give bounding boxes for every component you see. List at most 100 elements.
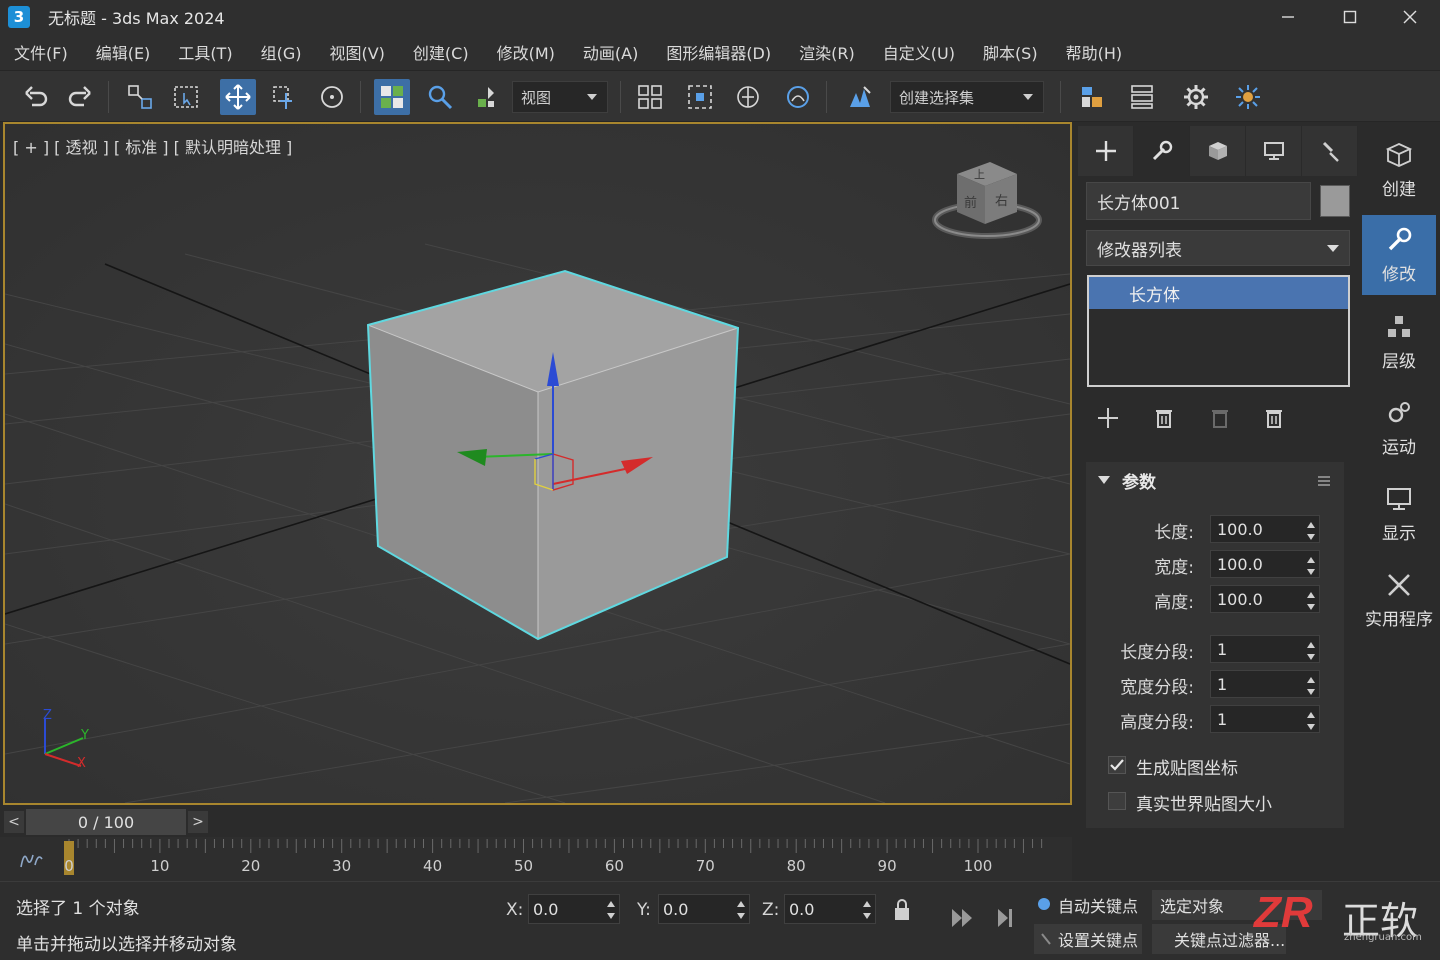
make-unique-button[interactable] xyxy=(1202,400,1238,436)
cube-icon xyxy=(1208,142,1227,160)
select-and-place-icon[interactable] xyxy=(266,79,302,115)
parameters-rollout-header[interactable]: 参数 xyxy=(1086,462,1344,498)
snap-icon[interactable] xyxy=(468,79,504,115)
spinner-icon[interactable] xyxy=(1307,642,1315,660)
menu-tools[interactable]: 工具(T) xyxy=(178,40,232,64)
spinner-icon[interactable] xyxy=(1307,557,1315,575)
play-icon[interactable] xyxy=(950,906,976,930)
lock-icon[interactable] xyxy=(892,898,912,922)
spinner-icon[interactable] xyxy=(863,901,871,919)
menu-graph-editors[interactable]: 图形编辑器(D) xyxy=(666,40,771,64)
object-name-field[interactable]: 长方体001 xyxy=(1086,182,1311,220)
gen-mapping-coords-label: 生成贴图坐标 xyxy=(1136,759,1238,779)
viewport-label[interactable]: [ + ] [ 透视 ] [ 标准 ] [ 默认明暗处理 ] xyxy=(13,134,292,158)
menu-help[interactable]: 帮助(H) xyxy=(1066,40,1123,64)
set-key-button[interactable]: 设置关键点 xyxy=(1034,924,1142,954)
side-tab-display[interactable]: 显示 xyxy=(1362,474,1436,554)
select-object-icon[interactable] xyxy=(374,79,410,115)
y-coord-label: Y: xyxy=(637,900,651,920)
render-icon[interactable] xyxy=(1230,79,1266,115)
menu-views[interactable]: 视图(V) xyxy=(329,40,384,64)
spinner-icon[interactable] xyxy=(1307,712,1315,730)
menu-group[interactable]: 组(G) xyxy=(261,40,302,64)
menu-customize[interactable]: 自定义(U) xyxy=(883,40,955,64)
modifier-list-dropdown[interactable]: 修改器列表 xyxy=(1086,230,1350,266)
x-coord-field[interactable]: 0.0 xyxy=(528,894,620,924)
width-spinner[interactable]: 100.0 xyxy=(1210,550,1320,578)
time-slider-prev[interactable]: < xyxy=(4,811,24,833)
z-coord-field[interactable]: 0.0 xyxy=(784,894,876,924)
select-and-link-icon[interactable] xyxy=(122,79,158,115)
select-and-move-icon[interactable] xyxy=(220,79,256,115)
y-coord-field[interactable]: 0.0 xyxy=(658,894,750,924)
time-slider-next[interactable]: > xyxy=(188,811,208,833)
menu-edit[interactable]: 编辑(E) xyxy=(96,40,151,64)
hammer-icon xyxy=(1322,141,1339,162)
spinner-icon[interactable] xyxy=(1307,677,1315,695)
viewcube-right-label: 右 xyxy=(995,194,1009,209)
hierarchy-tab[interactable] xyxy=(1190,126,1246,176)
redo-icon[interactable] xyxy=(62,79,98,115)
spinner-icon[interactable] xyxy=(1307,522,1315,540)
gen-mapping-coords-checkbox[interactable] xyxy=(1108,756,1126,774)
reference-coord-dropdown[interactable]: 视图 xyxy=(512,81,608,113)
side-tab-modify[interactable]: 修改 xyxy=(1362,215,1436,295)
track-bar[interactable]: 0 10 20 30 40 50 60 70 80 90 100 xyxy=(0,837,1072,881)
maximize-button[interactable] xyxy=(1320,0,1380,34)
length-spinner[interactable]: 100.0 xyxy=(1210,515,1320,543)
show-end-result-button[interactable] xyxy=(1146,400,1182,436)
menu-scripting[interactable]: 脚本(S) xyxy=(983,40,1038,64)
material-editor-icon[interactable] xyxy=(1124,79,1160,115)
side-tab-hierarchy[interactable]: 层级 xyxy=(1362,302,1436,382)
close-button[interactable] xyxy=(1380,0,1440,34)
menu-rendering[interactable]: 渲染(R) xyxy=(799,40,855,64)
spinner-icon[interactable] xyxy=(607,901,615,919)
scene-explorer-icon[interactable] xyxy=(1074,79,1110,115)
time-slider-thumb[interactable]: 0 / 100 xyxy=(26,809,186,835)
layer-icon[interactable] xyxy=(780,79,816,115)
z-coord-value: 0.0 xyxy=(789,899,815,919)
menu-modifiers[interactable]: 修改(M) xyxy=(497,40,555,64)
stack-item-box[interactable]: 长方体 xyxy=(1089,277,1348,309)
height-spinner[interactable]: 100.0 xyxy=(1210,585,1320,613)
named-selection-dropdown[interactable]: 创建选择集 xyxy=(890,81,1044,113)
gear-icon[interactable] xyxy=(1178,79,1214,115)
undo-icon[interactable] xyxy=(18,79,54,115)
align-icon[interactable] xyxy=(682,79,718,115)
track-tick-label: 0 xyxy=(64,857,74,875)
length-segs-spinner[interactable]: 1 xyxy=(1210,635,1320,663)
track-tick-label: 70 xyxy=(695,857,715,875)
menu-animation[interactable]: 动画(A) xyxy=(583,40,638,64)
next-frame-icon[interactable] xyxy=(996,906,1016,930)
minimize-button[interactable] xyxy=(1258,0,1318,34)
width-segs-spinner[interactable]: 1 xyxy=(1210,670,1320,698)
perspective-viewport[interactable]: [ + ] [ 透视 ] [ 标准 ] [ 默认明暗处理 ] 上 前 右 Z Y… xyxy=(3,122,1072,805)
spinner-icon[interactable] xyxy=(1307,592,1315,610)
modify-tab[interactable] xyxy=(1134,126,1190,176)
menu-file[interactable]: 文件(F) xyxy=(14,40,68,64)
array-icon[interactable] xyxy=(632,79,668,115)
utilities-tab[interactable] xyxy=(1302,126,1358,176)
side-tab-motion[interactable]: 运动 xyxy=(1362,388,1436,468)
side-tab-utilities[interactable]: 实用程序 xyxy=(1362,560,1436,640)
select-region-icon[interactable] xyxy=(168,79,204,115)
pin-stack-button[interactable] xyxy=(1090,400,1126,436)
height-segs-spinner[interactable]: 1 xyxy=(1210,705,1320,733)
auto-key-button[interactable]: 自动关键点 xyxy=(1054,890,1142,920)
search-icon[interactable] xyxy=(422,79,458,115)
named-selection-icon[interactable] xyxy=(842,79,878,115)
real-world-map-size-checkbox[interactable] xyxy=(1108,792,1126,810)
side-tab-create[interactable]: 创建 xyxy=(1362,130,1436,210)
main-toolbar: 视图 创建选择集 xyxy=(0,70,1440,122)
select-and-rotate-icon[interactable] xyxy=(314,79,350,115)
mini-curve-editor-icon[interactable] xyxy=(18,847,44,871)
remove-modifier-button[interactable] xyxy=(1256,400,1292,436)
menu-create[interactable]: 创建(C) xyxy=(413,40,469,64)
create-tab[interactable] xyxy=(1078,126,1134,176)
object-color-swatch[interactable] xyxy=(1320,185,1350,217)
mirror-icon[interactable] xyxy=(730,79,766,115)
spinner-icon[interactable] xyxy=(737,901,745,919)
axis-y-label: Y xyxy=(81,728,89,743)
chevron-down-icon xyxy=(1327,245,1339,252)
display-tab[interactable] xyxy=(1246,126,1302,176)
